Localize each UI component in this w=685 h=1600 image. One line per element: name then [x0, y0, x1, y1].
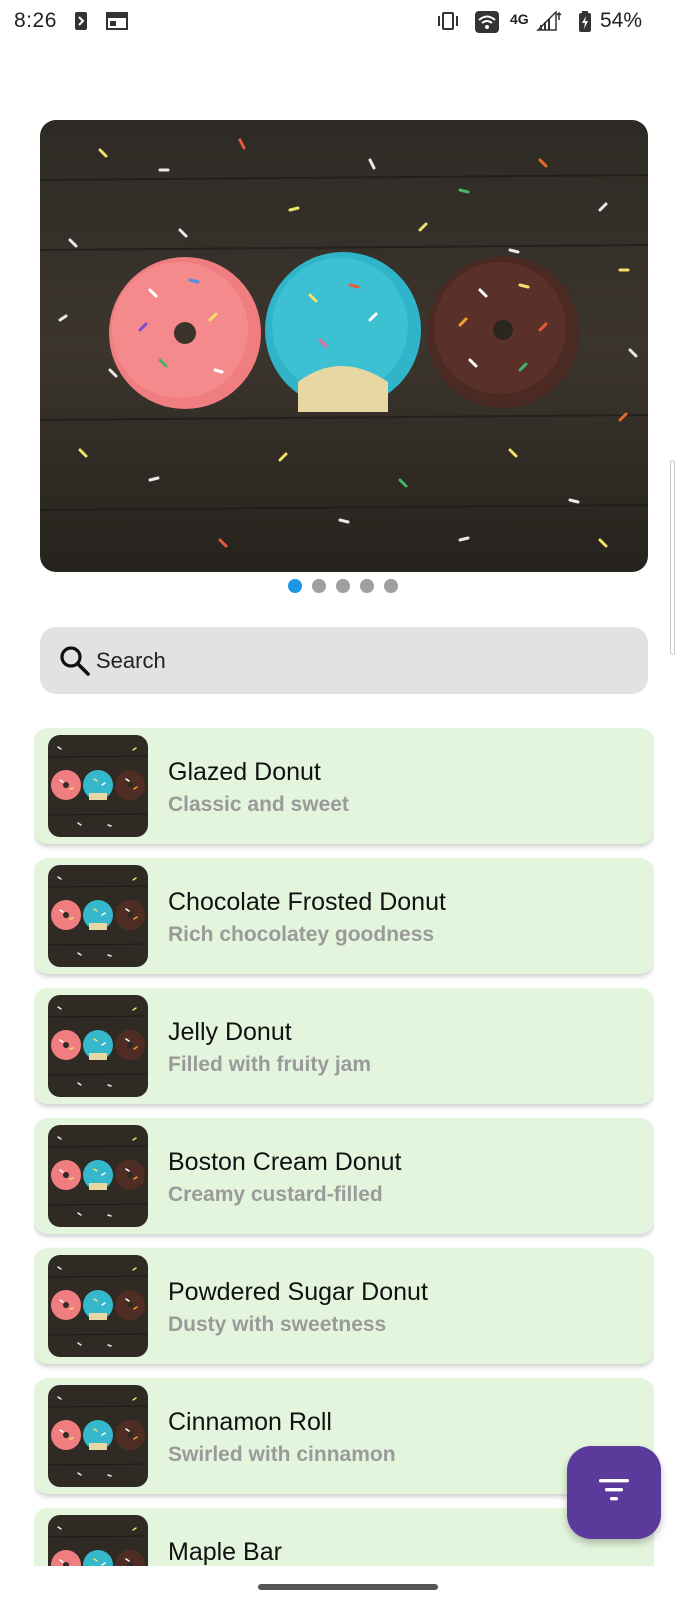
list-item[interactable]: Chocolate Frosted Donut Rich chocolatey …	[34, 858, 654, 974]
carousel-dot[interactable]	[359, 579, 374, 593]
list-item[interactable]: Glazed Donut Classic and sweet	[34, 728, 654, 844]
navigation-bar	[0, 1566, 685, 1600]
donut-list: Glazed Donut Classic and sweet Chocolate…	[34, 728, 654, 1566]
wifi-icon	[475, 11, 499, 38]
network-type: 4G	[510, 11, 529, 27]
carousel-image[interactable]	[40, 120, 648, 572]
home-gesture-handle[interactable]	[258, 1584, 438, 1590]
donut-thumbnail	[48, 1255, 148, 1357]
search-bar[interactable]	[40, 627, 648, 694]
item-subtitle: Filled with fruity jam	[168, 1053, 372, 1076]
search-icon	[58, 644, 92, 678]
filter-icon	[597, 1477, 631, 1508]
list-item[interactable]: Maple Bar	[34, 1508, 654, 1566]
signal-icon	[536, 10, 562, 36]
donut-thumbnail	[48, 865, 148, 967]
item-title: Chocolate Frosted Donut	[168, 888, 446, 916]
donut-thumbnail	[48, 1385, 148, 1487]
item-subtitle: Creamy custard-filled	[168, 1183, 383, 1206]
item-title: Maple Bar	[168, 1538, 282, 1566]
carousel-indicator	[0, 579, 685, 593]
battery-percent: 54%	[600, 9, 643, 32]
list-item[interactable]: Cinnamon Roll Swirled with cinnamon	[34, 1378, 654, 1494]
donut-thumbnail	[48, 1125, 148, 1227]
list-item[interactable]: Jelly Donut Filled with fruity jam	[34, 988, 654, 1104]
item-title: Powdered Sugar Donut	[168, 1278, 428, 1306]
donut-thumbnail	[48, 735, 148, 837]
item-title: Cinnamon Roll	[168, 1408, 332, 1436]
donut-thumbnail	[48, 995, 148, 1097]
carousel-dot[interactable]	[335, 579, 350, 593]
item-subtitle: Swirled with cinnamon	[168, 1443, 396, 1466]
item-title: Jelly Donut	[168, 1018, 292, 1046]
item-title: Glazed Donut	[168, 758, 321, 786]
status-time: 8:26	[14, 9, 57, 32]
app-notification-icon	[74, 11, 88, 36]
status-bar: 8:26 4G 54%	[0, 0, 685, 44]
item-title: Boston Cream Donut	[168, 1148, 402, 1176]
item-subtitle: Dusty with sweetness	[168, 1313, 387, 1336]
filter-button[interactable]	[567, 1446, 661, 1539]
list-item[interactable]: Powdered Sugar Donut Dusty with sweetnes…	[34, 1248, 654, 1364]
calendar-icon	[106, 11, 128, 36]
vibrate-icon	[436, 11, 460, 36]
donut-thumbnail	[48, 1515, 148, 1566]
scrollbar[interactable]	[670, 460, 675, 655]
item-subtitle: Classic and sweet	[168, 793, 349, 816]
carousel-dot[interactable]	[311, 579, 326, 593]
battery-icon	[578, 11, 592, 38]
item-subtitle: Rich chocolatey goodness	[168, 923, 435, 946]
search-input[interactable]	[96, 647, 596, 674]
list-item[interactable]: Boston Cream Donut Creamy custard-filled	[34, 1118, 654, 1234]
carousel-dot[interactable]	[287, 579, 302, 593]
carousel-dot[interactable]	[383, 579, 398, 593]
